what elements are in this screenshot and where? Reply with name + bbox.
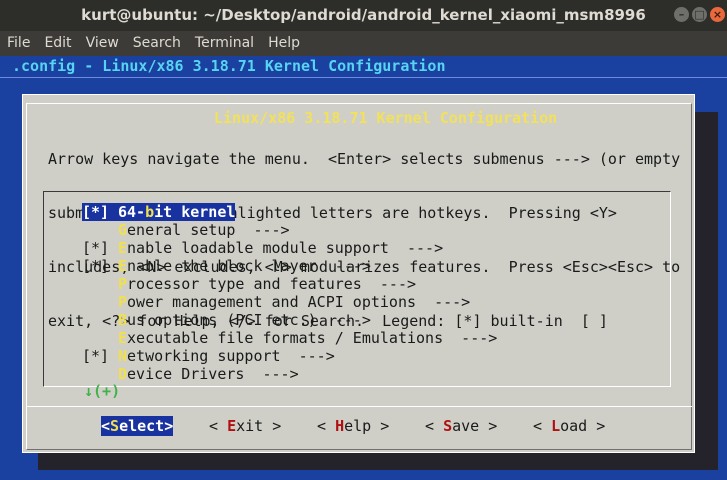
entry-label: Networking support ---> xyxy=(118,347,335,365)
entry-label-prefix: 64- xyxy=(118,203,146,221)
entry-label-rest: etworking support ---> xyxy=(127,347,335,365)
entry-label-rest: rocessor type and features ---> xyxy=(127,275,417,293)
entry-label: Power management and ACPI options ---> xyxy=(118,293,470,311)
select-button[interactable]: <Select> xyxy=(101,416,174,436)
entry-label: Enable the block layer ---> xyxy=(118,257,371,275)
menu-entry-executable-file-formats-emulations[interactable]: Executable file formats / Emulations ---… xyxy=(82,329,497,347)
entry-hotkey: G xyxy=(118,221,128,239)
entry-label-rest: us options (PCI etc.) ---> xyxy=(127,311,371,329)
help-line: Arrow keys navigate the menu. <Enter> se… xyxy=(48,150,681,168)
entry-label-rest: nable loadable module support ---> xyxy=(127,239,444,257)
entry-hotkey: E xyxy=(118,257,128,275)
button-label-rest: oad > xyxy=(560,417,606,435)
button-hotkey: S xyxy=(110,417,120,435)
entry-hotkey: E xyxy=(118,329,128,347)
menu-entry-power-management-and-acpi-options[interactable]: Power management and ACPI options ---> xyxy=(82,293,470,311)
menu-list: [*] 64-bit kernel General setup ---> [*] Ena… xyxy=(43,191,671,400)
entry-label-rest: xecutable file formats / Emulations ---> xyxy=(127,329,498,347)
menu-terminal[interactable]: Terminal xyxy=(195,31,254,56)
close-icon[interactable]: × xyxy=(710,7,725,22)
entry-mark[interactable]: [*] xyxy=(82,347,118,365)
entry-label: Bus options (PCI etc.) ---> xyxy=(118,311,371,329)
exit-button[interactable]: < Exit > xyxy=(209,416,281,436)
button-bracket-left: < xyxy=(209,417,228,435)
button-bracket-left: < xyxy=(317,417,336,435)
button-hotkey: L xyxy=(551,417,561,435)
window-title: kurt@ubuntu: ~/Desktop/android/android_k… xyxy=(81,6,646,24)
menu-file[interactable]: File xyxy=(7,31,30,56)
entry-mark[interactable]: [*] xyxy=(82,203,118,221)
entry-label-rest: ower management and ACPI options ---> xyxy=(127,293,471,311)
menu-entry-64-bit-kernel[interactable]: [*] 64-bit kernel xyxy=(82,203,236,221)
button-hotkey: S xyxy=(443,417,453,435)
button-label-rest: elp > xyxy=(344,417,390,435)
menuconfig-dialog: Linux/x86 3.18.71 Kernel Configuration A… xyxy=(22,94,695,453)
menu-entry-networking-support[interactable]: [*] Networking support ---> xyxy=(82,347,335,365)
button-label-rest: ave > xyxy=(452,417,498,435)
button-label-rest: elect> xyxy=(119,417,174,435)
minimize-icon[interactable]: – xyxy=(674,7,689,22)
save-button[interactable]: < Save > xyxy=(425,416,497,436)
button-bracket-left: < xyxy=(101,417,111,435)
entry-label: Device Drivers ---> xyxy=(118,365,299,383)
menu-view[interactable]: View xyxy=(86,31,119,56)
more-entries-indicator: ↓(+) xyxy=(84,382,121,400)
menu-entry-enable-the-block-layer[interactable]: [*] Enable the block layer ---> xyxy=(82,257,371,275)
window-titlebar: kurt@ubuntu: ~/Desktop/android/android_k… xyxy=(0,0,727,31)
entry-hotkey: P xyxy=(118,293,128,311)
entry-mark[interactable]: [*] xyxy=(82,239,118,257)
button-bracket-left: < xyxy=(533,417,552,435)
entry-mark[interactable]: [*] xyxy=(82,257,118,275)
help-button[interactable]: < Help > xyxy=(317,416,389,436)
button-separator xyxy=(26,406,692,407)
entry-label-rest: it kernel xyxy=(154,203,236,221)
entry-hotkey: B xyxy=(118,311,128,329)
menubar: File Edit View Search Terminal Help xyxy=(0,31,727,56)
menu-entry-enable-loadable-module-support[interactable]: [*] Enable loadable module support ---> xyxy=(82,239,443,257)
entry-label: Enable loadable module support ---> xyxy=(118,239,443,257)
menu-entry-general-setup[interactable]: General setup ---> xyxy=(82,221,290,239)
entry-label: Executable file formats / Emulations ---… xyxy=(118,329,497,347)
entry-hotkey: b xyxy=(145,203,155,221)
menu-edit[interactable]: Edit xyxy=(44,31,71,56)
entry-label-rest: eneral setup ---> xyxy=(127,221,290,239)
menu-entry-device-drivers[interactable]: Device Drivers ---> xyxy=(82,365,299,383)
button-label-rest: xit > xyxy=(236,417,282,435)
entry-label-rest: nable the block layer ---> xyxy=(127,257,371,275)
maximize-icon[interactable]: □ xyxy=(692,7,707,22)
menuconfig-backtitle: .config - Linux/x86 3.18.71 Kernel Confi… xyxy=(0,56,727,78)
menu-search[interactable]: Search xyxy=(133,31,181,56)
load-button[interactable]: < Load > xyxy=(533,416,605,436)
entry-hotkey: N xyxy=(118,347,128,365)
button-row: <Select> < Exit > < Help > < Save > < Load > xyxy=(23,416,696,436)
button-hotkey: E xyxy=(227,417,237,435)
entry-label: Processor type and features ---> xyxy=(118,275,416,293)
menu-help[interactable]: Help xyxy=(268,31,300,56)
terminal-area[interactable]: .config - Linux/x86 3.18.71 Kernel Confi… xyxy=(0,56,727,480)
button-bracket-left: < xyxy=(425,417,444,435)
button-hotkey: H xyxy=(335,417,345,435)
entry-hotkey: P xyxy=(118,275,128,293)
entry-label: General setup ---> xyxy=(118,221,290,239)
menu-entry-processor-type-and-features[interactable]: Processor type and features ---> xyxy=(82,275,416,293)
entry-label-rest: evice Drivers ---> xyxy=(127,365,299,383)
menu-entry-bus-options-pci-etc[interactable]: Bus options (PCI etc.) ---> xyxy=(82,311,371,329)
entry-label: 64-bit kernel xyxy=(118,203,236,221)
entry-hotkey: E xyxy=(118,239,128,257)
entry-hotkey: D xyxy=(118,365,128,383)
